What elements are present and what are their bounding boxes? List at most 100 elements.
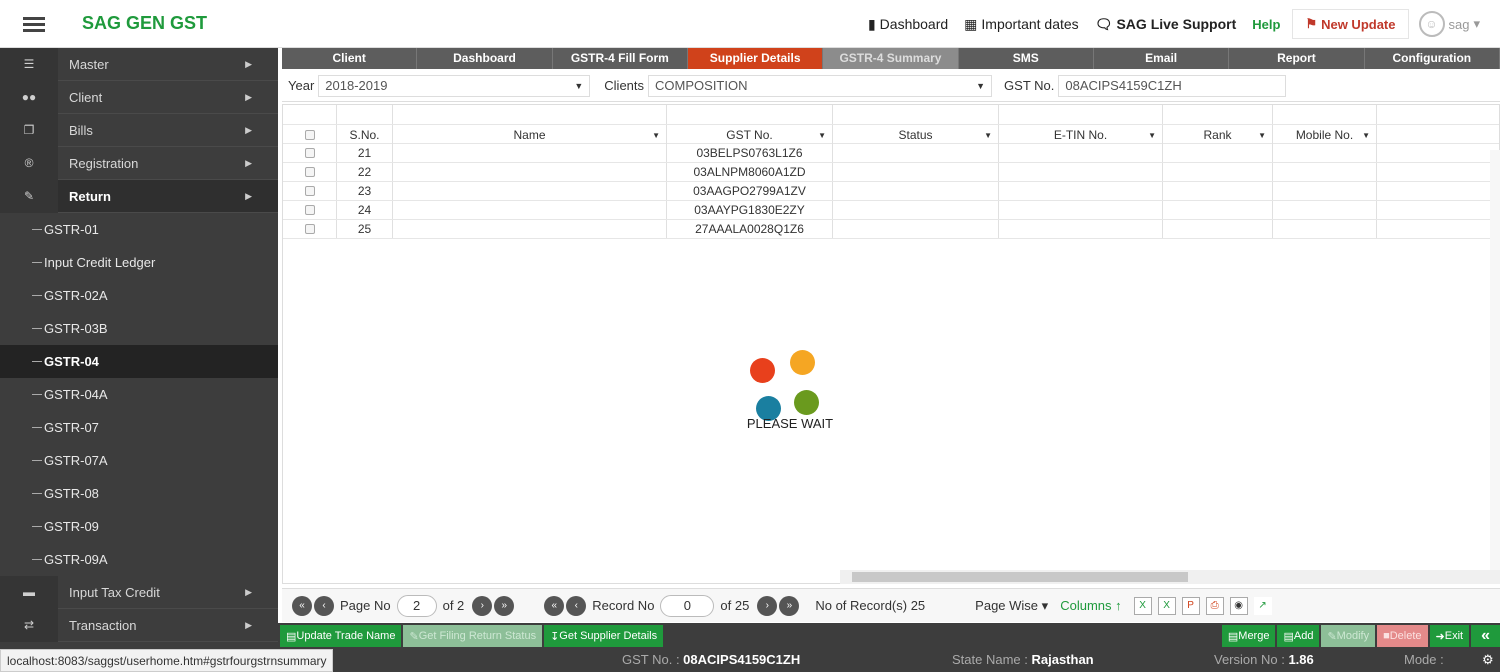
vertical-scrollbar[interactable] <box>1490 150 1500 580</box>
sidebar-item-bills[interactable]: ❐ Bills ▶ <box>0 113 278 147</box>
collapse-icon[interactable]: « <box>1471 625 1500 647</box>
column-header-mobile[interactable]: Mobile No. ▼ <box>1273 125 1377 145</box>
url-tooltip: localhost:8083/saggst/userhome.htm#gstrf… <box>0 649 334 672</box>
sidebar-item-registration[interactable]: ® Registration ▶ <box>0 146 278 180</box>
page-wise-select[interactable]: Page Wise ▾ <box>975 598 1048 614</box>
row-checkbox[interactable] <box>283 144 337 162</box>
excel-alt-export-icon[interactable]: X <box>1157 596 1176 615</box>
cell-sno: 22 <box>337 163 393 181</box>
visibility-icon[interactable]: ◉ <box>1229 596 1248 615</box>
tab-client[interactable]: Client <box>282 48 418 69</box>
tab-supplier-details[interactable]: Supplier Details <box>687 48 824 69</box>
sidebar-subitem-gstr-04a[interactable]: GSTR-04A <box>0 378 278 411</box>
sidebar-subitem-input-credit-ledger[interactable]: Input Credit Ledger <box>0 246 278 279</box>
cell-gst-no: 03ALNPM8060A1ZD <box>667 163 833 181</box>
sidebar-subitem-gstr-01[interactable]: GSTR-01 <box>0 213 278 246</box>
help-link[interactable]: Help <box>1252 17 1280 32</box>
row-checkbox[interactable] <box>283 201 337 219</box>
horizontal-scrollbar[interactable] <box>840 570 1500 584</box>
column-header-etin[interactable]: E-TIN No. ▼ <box>999 125 1163 145</box>
first-page-button[interactable]: « <box>292 595 312 616</box>
clients-select[interactable]: COMPOSITION ▼ <box>648 74 993 97</box>
last-record-button[interactable]: » <box>779 595 800 616</box>
avatar: ☺ <box>1418 11 1445 37</box>
next-page-button[interactable]: › <box>472 595 493 616</box>
sidebar-subitem-gstr-07a[interactable]: GSTR-07A <box>0 444 278 477</box>
sidebar-subitem-gstr-03b[interactable]: GSTR-03B <box>0 312 278 345</box>
hamburger-menu-icon[interactable] <box>0 0 68 48</box>
add-button[interactable]: ▤ Add <box>1277 625 1320 647</box>
top-nav: ▮ Dashboard ▦ Important dates 🗨 SAG Live… <box>868 0 1500 48</box>
tab-configuration[interactable]: Configuration <box>1364 48 1500 69</box>
sidebar-item-transaction[interactable]: ⇄ Transaction ▶ <box>0 608 278 642</box>
sort-icon: ▼ <box>984 130 992 140</box>
sidebar-subitem-gstr-09[interactable]: GSTR-09 <box>0 510 278 543</box>
live-support-link[interactable]: 🗨 SAG Live Support <box>1095 16 1237 33</box>
sidebar-item-master[interactable]: ☰ Master ▶ <box>0 48 278 81</box>
settings-gear-icon[interactable]: ⚙ <box>1482 652 1494 668</box>
first-record-button[interactable]: « <box>544 595 565 616</box>
table-row[interactable]: 24 03AAYPG1830E2ZY <box>283 201 1499 220</box>
next-record-button[interactable]: › <box>757 595 778 616</box>
sidebar-subitem-gstr-09a[interactable]: GSTR-09A <box>0 543 278 576</box>
table-row[interactable]: 25 27AAALA0028Q1Z6 <box>283 220 1499 239</box>
prev-record-button[interactable]: ‹ <box>566 595 587 616</box>
tab-gstr4-summary[interactable]: GSTR-4 Summary <box>823 48 959 69</box>
edit-icon: ✎ <box>0 179 58 213</box>
cell-gst-no: 03AAYPG1830E2ZY <box>667 201 833 219</box>
prev-page-button[interactable]: ‹ <box>314 595 334 616</box>
update-trade-name-button[interactable]: ▤ Update Trade Name <box>280 625 402 647</box>
cell-sno: 25 <box>337 220 393 238</box>
get-supplier-details-button[interactable]: ↧ Get Supplier Details <box>544 625 664 647</box>
row-checkbox[interactable] <box>283 182 337 200</box>
column-header-rank[interactable]: Rank ▼ <box>1163 125 1273 145</box>
year-select[interactable]: 2018-2019 ▼ <box>318 74 591 97</box>
expand-icon[interactable]: ↗ <box>1253 596 1272 615</box>
record-no-input[interactable]: 0 <box>660 594 715 617</box>
tab-report[interactable]: Report <box>1229 48 1365 69</box>
modify-button[interactable]: ✎ Modify <box>1321 625 1376 647</box>
app-title: SAG GEN GST <box>82 13 208 33</box>
excel-export-icon[interactable]: X <box>1133 596 1152 615</box>
sidebar-item-return[interactable]: ✎ Return ▶ <box>0 179 278 213</box>
main-tabs: Client Dashboard GSTR-4 Fill Form Suppli… <box>282 48 1500 69</box>
sidebar-item-input-tax-credit[interactable]: ▬ Input Tax Credit ▶ <box>0 575 278 609</box>
last-page-button[interactable]: » <box>494 595 515 616</box>
tab-sms[interactable]: SMS <box>958 48 1094 69</box>
column-header-name[interactable]: Name ▼ <box>393 125 667 145</box>
pdf-export-icon[interactable]: P <box>1181 596 1200 615</box>
sidebar-subitem-gstr-08[interactable]: GSTR-08 <box>0 477 278 510</box>
table-row[interactable]: 23 03AAGPO2799A1ZV <box>283 182 1499 201</box>
column-header-status[interactable]: Status ▼ <box>833 125 999 145</box>
sidebar-item-client[interactable]: ●● Client ▶ <box>0 80 278 114</box>
tab-dashboard[interactable]: Dashboard <box>417 48 553 69</box>
select-all-checkbox[interactable] <box>283 125 337 145</box>
sidebar-subitem-gstr-07[interactable]: GSTR-07 <box>0 411 278 444</box>
caret-right-icon: ▶ <box>245 91 252 102</box>
column-header-gst-no[interactable]: GST No. ▼ <box>667 125 833 145</box>
column-header-sno[interactable]: S.No. <box>337 125 393 145</box>
user-menu[interactable]: ☺ sag ▾ <box>1418 11 1480 37</box>
gst-no-field[interactable]: 08ACIPS4159C1ZH <box>1058 74 1287 97</box>
merge-button[interactable]: ▤ Merge <box>1221 625 1276 647</box>
columns-button[interactable]: Columns ↑ <box>1060 598 1121 613</box>
row-checkbox[interactable] <box>283 220 337 238</box>
tab-email[interactable]: Email <box>1093 48 1230 69</box>
print-icon[interactable]: ⎙ <box>1205 596 1224 615</box>
delete-button[interactable]: ■ Delete <box>1377 625 1428 647</box>
page-no-input[interactable]: 2 <box>396 594 437 617</box>
sidebar-subitem-gstr-02a[interactable]: GSTR-02A <box>0 279 278 312</box>
new-update-button[interactable]: ⚑ New Update <box>1292 9 1409 39</box>
important-dates-link[interactable]: ▦ Important dates <box>964 16 1079 33</box>
get-filing-status-button[interactable]: ✎ Get Filing Return Status <box>403 625 543 647</box>
row-checkbox[interactable] <box>283 163 337 181</box>
table-row[interactable]: 21 03BELPS0763L1Z6 <box>283 144 1499 163</box>
table-row[interactable]: 22 03ALNPM8060A1ZD <box>283 163 1499 182</box>
tab-gstr4-fill-form[interactable]: GSTR-4 Fill Form <box>552 48 688 69</box>
sidebar-subitem-gstr-04[interactable]: GSTR-04 <box>0 345 278 378</box>
status-version: Version No : 1.86 <box>1214 652 1314 667</box>
dashboard-link[interactable]: ▮ Dashboard <box>868 16 948 33</box>
scrollbar-thumb[interactable] <box>852 572 1188 582</box>
exit-button[interactable]: ➜ Exit <box>1429 625 1470 647</box>
please-wait-text: PLEASE WAIT <box>746 416 834 431</box>
